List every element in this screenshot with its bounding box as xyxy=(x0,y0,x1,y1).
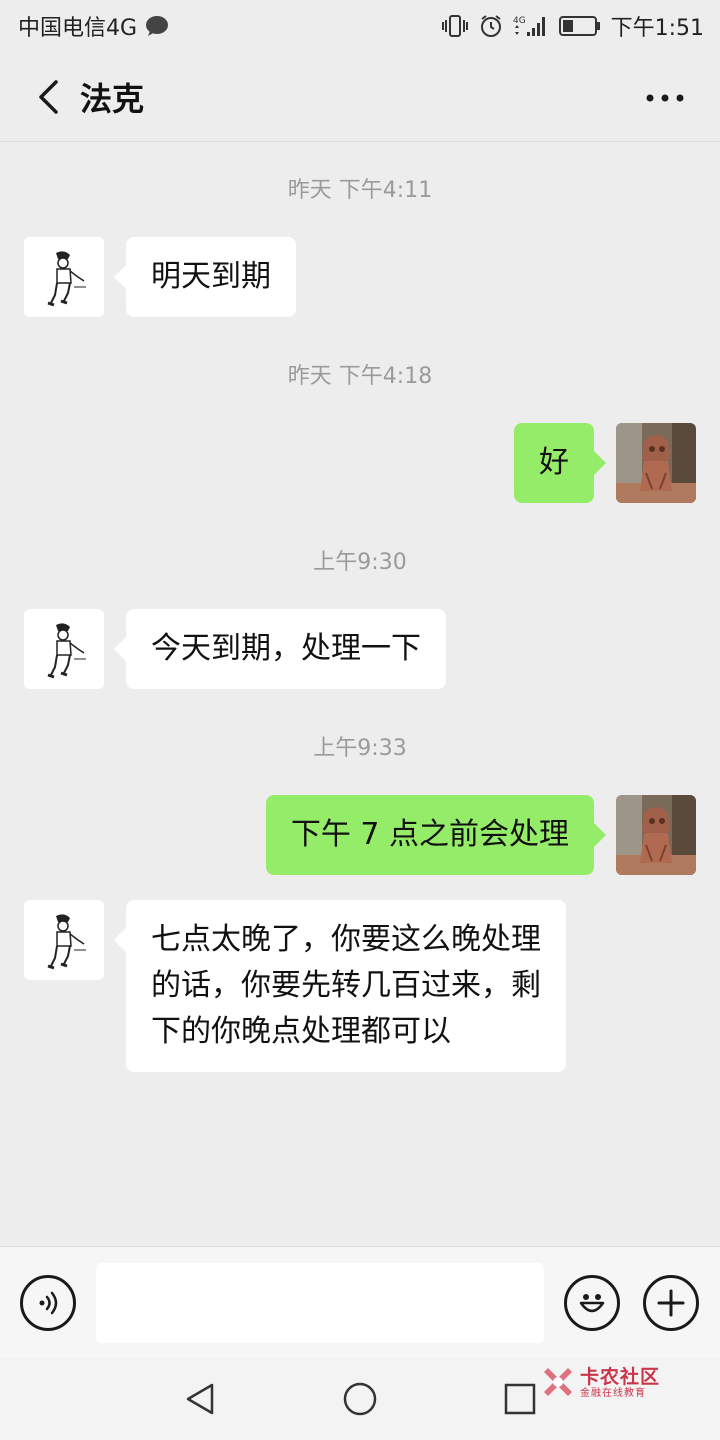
user-avatar[interactable] xyxy=(616,795,696,875)
contact-avatar[interactable] xyxy=(24,900,104,980)
message-bubble-incoming[interactable]: 明天到期 xyxy=(114,237,296,317)
recents-square-icon xyxy=(504,1383,536,1415)
battery-icon xyxy=(558,15,601,37)
stone-lion-avatar-icon xyxy=(616,423,696,503)
back-triangle-icon xyxy=(186,1383,214,1415)
watermark-subtitle: 金融在线教育 xyxy=(580,1388,646,1399)
watermark-logo-icon xyxy=(544,1368,572,1396)
message-bubble-incoming[interactable]: 七点太晚了，你要这么晚处理 的话，你要先转几百过来，剩 下的你晚点处理都可以 xyxy=(114,900,566,1072)
message-bubble-incoming[interactable]: 今天到期，处理一下 xyxy=(114,609,446,689)
home-circle-icon xyxy=(343,1382,377,1416)
plus-icon xyxy=(657,1289,685,1317)
emoji-button[interactable] xyxy=(564,1275,620,1331)
status-left: 中国电信4G xyxy=(18,10,169,42)
carrier-label: 中国电信4G xyxy=(18,16,138,41)
voice-button[interactable] xyxy=(20,1275,76,1331)
sketch-figure-avatar-icon xyxy=(24,237,104,317)
voice-icon xyxy=(39,1291,58,1315)
contact-avatar[interactable] xyxy=(24,609,104,689)
clock-label: 下午1:51 xyxy=(610,16,704,41)
nav-home-button[interactable] xyxy=(336,1375,384,1423)
emoji-icon xyxy=(579,1294,605,1313)
chat-bubble-icon xyxy=(145,15,169,37)
status-bar: 中国电信4G 4G 下午1:51 xyxy=(0,0,720,52)
plus-button[interactable] xyxy=(643,1275,699,1331)
system-nav-bar: 卡农社区 金融在线教育 xyxy=(0,1358,720,1440)
sketch-figure-avatar-icon xyxy=(24,609,104,689)
signal-icon: 4G xyxy=(513,14,549,38)
user-avatar[interactable] xyxy=(616,423,696,503)
chat-header: 法克 xyxy=(0,52,720,142)
back-button[interactable] xyxy=(18,67,78,127)
watermark: 卡农社区 金融在线教育 xyxy=(540,1362,670,1402)
input-bar xyxy=(0,1246,720,1358)
nav-back-button[interactable] xyxy=(176,1375,224,1423)
message-timestamp: 昨天 下午4:18 xyxy=(287,364,433,389)
chat-title: 法克 xyxy=(80,79,145,118)
status-right: 4G 下午1:51 xyxy=(441,10,704,42)
message-line: 下的你晚点处理都可以 xyxy=(151,1014,451,1049)
svg-text:4G: 4G xyxy=(513,16,526,26)
message-input[interactable] xyxy=(96,1263,544,1343)
message-line: 的话，你要先转几百过来，剩 xyxy=(151,968,541,1003)
message-bubble-outgoing[interactable]: 好 xyxy=(514,423,606,503)
message-line: 七点太晚了，你要这么晚处理 xyxy=(151,922,541,957)
message-timestamp: 上午9:33 xyxy=(313,736,407,761)
message-list[interactable]: 昨天 下午4:11 明天到期 昨天 下午4:18 好 上午9:30 今天到期，处… xyxy=(0,143,720,1246)
chevron-left-icon xyxy=(39,79,58,114)
more-dots-icon xyxy=(646,94,684,102)
message-timestamp: 上午9:30 xyxy=(313,550,407,575)
nav-recents-button[interactable] xyxy=(496,1375,544,1423)
contact-avatar[interactable] xyxy=(24,237,104,317)
message-bubble-outgoing[interactable]: 下午 7 点之前会处理 xyxy=(265,795,607,875)
sketch-figure-avatar-icon xyxy=(24,900,104,980)
alarm-icon xyxy=(479,14,503,38)
message-timestamp: 昨天 下午4:11 xyxy=(287,178,433,203)
stone-lion-avatar-icon xyxy=(616,795,696,875)
more-options-button[interactable] xyxy=(640,80,690,116)
vibrate-icon xyxy=(441,14,469,38)
